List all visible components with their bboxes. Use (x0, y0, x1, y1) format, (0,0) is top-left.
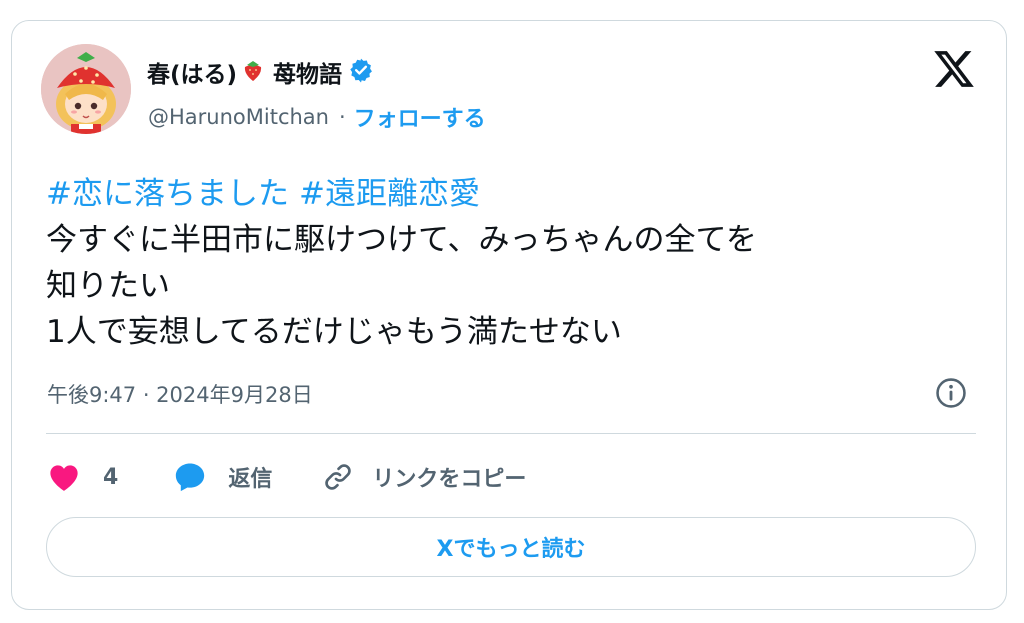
read-more-label: Xでもっと読む (436, 537, 586, 562)
hashtag-line: #恋に落ちました #遠距離恋愛 (46, 171, 986, 217)
author-name-suffix: 苺物語 (273, 62, 343, 88)
copy-link-label: リンクをコピー (372, 467, 527, 492)
read-more-button[interactable]: Xでもっと読む (46, 517, 976, 577)
author-handle[interactable]: @HarunoMitchan (148, 105, 329, 129)
tweet-line: 知りたい (46, 268, 170, 304)
reply-label: 返信 (228, 467, 273, 492)
tweet-line: 1人で妄想してるだけじゃもう満たせない (46, 314, 622, 350)
divider (46, 433, 976, 434)
handle-separator: · (338, 105, 346, 129)
action-bar: 4 返信 リンクをコピー (47, 459, 526, 495)
copy-link-button[interactable]: リンクをコピー (322, 461, 526, 493)
heart-icon (47, 462, 81, 492)
strawberry-emoji-icon (243, 58, 263, 86)
like-button[interactable]: 4 (47, 462, 118, 492)
avatar[interactable] (41, 44, 131, 134)
author-name-row[interactable]: 春(はる) 苺物語 (147, 55, 374, 89)
hashtag-link[interactable]: #恋に落ちました (46, 176, 289, 212)
tweet-line: 今すぐに半田市に駆けつけて、みっちゃんの全てを (46, 222, 757, 258)
like-count: 4 (103, 464, 119, 490)
follow-button[interactable]: フォローする (354, 101, 486, 133)
reply-bubble-icon (172, 460, 208, 494)
info-icon[interactable] (934, 376, 968, 410)
avatar-image (41, 44, 131, 134)
author-display-name[interactable]: 春(はる) (147, 55, 237, 89)
link-icon (322, 461, 354, 493)
tweet-timestamp[interactable]: 午後9:47 · 2024年9月28日 (47, 379, 313, 409)
verified-badge-icon (348, 57, 374, 87)
hashtag-link[interactable]: #遠距離恋愛 (299, 176, 480, 212)
reply-button[interactable]: 返信 (172, 460, 272, 494)
x-logo-icon[interactable] (932, 47, 976, 91)
handle-row: @HarunoMitchan · フォローする (148, 101, 486, 133)
tweet-text: #恋に落ちました #遠距離恋愛 今すぐに半田市に駆けつけて、みっちゃんの全てを 知… (46, 171, 986, 355)
tweet-card: 春(はる) 苺物語 @HarunoMitchan · フォローする #恋に落ちま… (11, 20, 1007, 610)
